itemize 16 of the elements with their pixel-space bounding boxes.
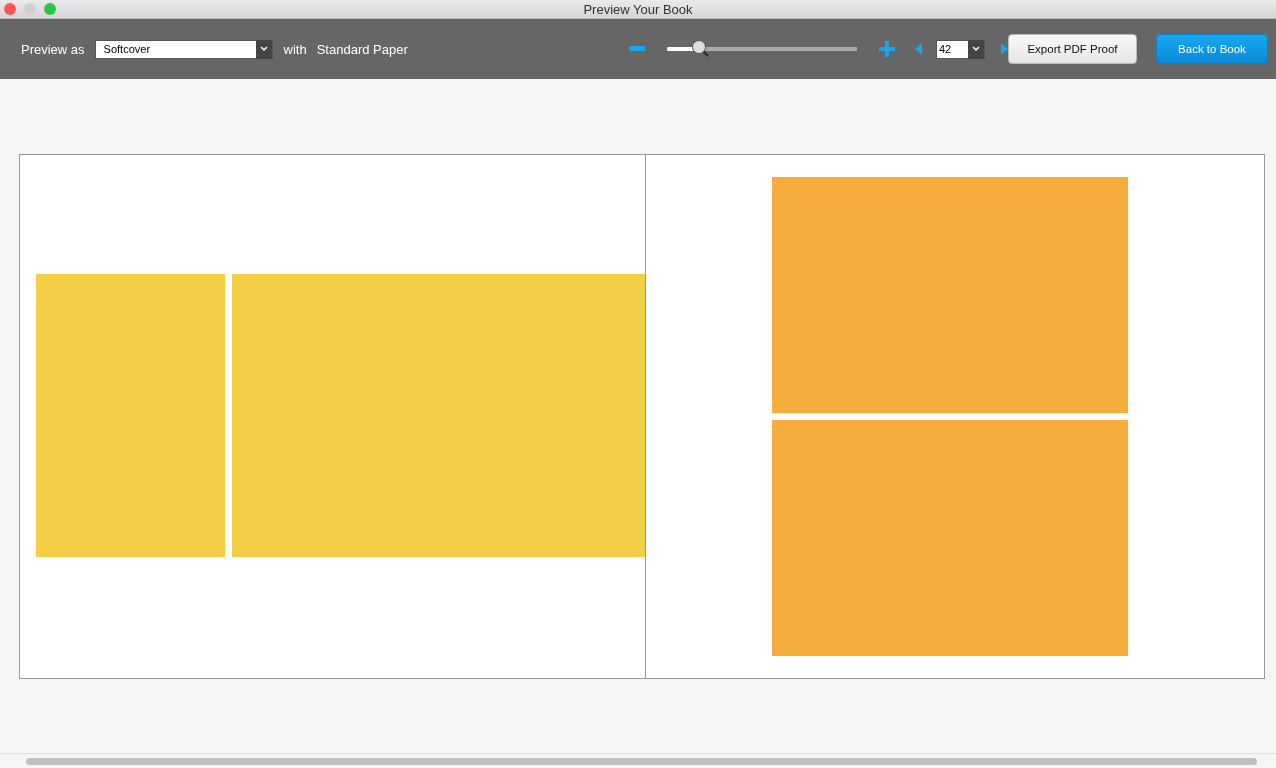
previous-page-icon[interactable] xyxy=(915,43,922,55)
caret-icon xyxy=(968,39,984,59)
page-select[interactable]: 42 xyxy=(936,39,985,59)
horizontal-scrollbar[interactable] xyxy=(0,753,1276,768)
close-button[interactable] xyxy=(4,3,16,15)
zoom-out-icon[interactable] xyxy=(629,46,645,52)
preview-label: Preview as xyxy=(21,41,85,57)
zoom-in-icon[interactable] xyxy=(879,41,895,57)
cover-select[interactable]: Softcover xyxy=(94,39,273,59)
zoom-button[interactable] xyxy=(44,3,56,15)
paper-label: Standard Paper xyxy=(316,41,408,57)
minimize-button[interactable] xyxy=(24,3,36,15)
window-title: Preview Your Book xyxy=(583,1,693,17)
with-label: with xyxy=(283,41,307,57)
export-pdf-button[interactable]: Export PDF Proof xyxy=(1008,34,1137,64)
caret-icon xyxy=(255,39,272,59)
